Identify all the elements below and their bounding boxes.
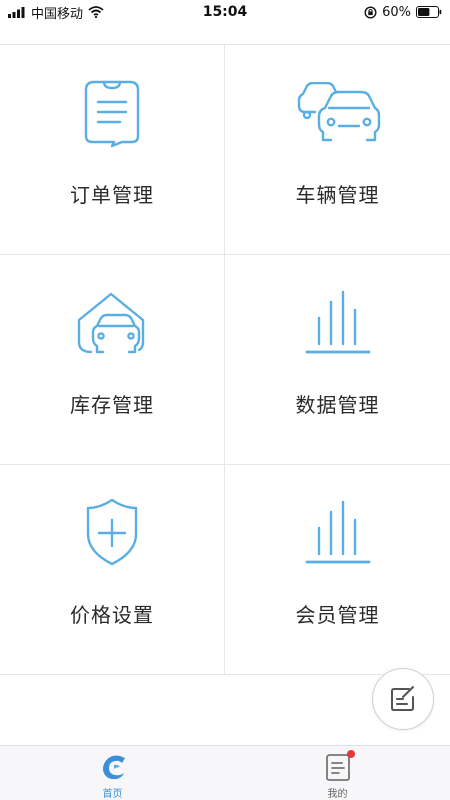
status-right: 60%: [364, 5, 442, 20]
battery-icon: [416, 6, 442, 18]
edit-note-icon: [391, 686, 414, 711]
notification-badge: [346, 750, 355, 758]
orientation-lock-icon: [364, 5, 377, 19]
wifi-icon: [88, 6, 104, 18]
shield-plus-icon: [67, 495, 157, 571]
tab-bar: 首页 我的: [0, 745, 450, 800]
menu-label-order: 订单管理: [70, 183, 154, 207]
menu-grid: 订单管理 车辆管理 库存管理 数据管理 价格设置 会员管理: [0, 44, 450, 675]
battery-percent: 60%: [382, 4, 411, 20]
menu-label-members: 会员管理: [295, 603, 380, 627]
tab-home[interactable]: 首页: [0, 746, 225, 800]
menu-label-data: 数据管理: [295, 393, 380, 417]
cars-icon: [293, 75, 383, 151]
menu-item-vehicles[interactable]: 车辆管理: [225, 45, 450, 255]
tab-mine[interactable]: 我的: [225, 746, 450, 800]
signal-icon: [8, 6, 25, 18]
edit-fab-button[interactable]: [372, 668, 434, 730]
menu-label-inventory: 库存管理: [70, 393, 154, 417]
menu-item-order[interactable]: 订单管理: [0, 45, 225, 255]
order-list-icon: [67, 75, 157, 151]
menu-item-price[interactable]: 价格设置: [0, 465, 225, 675]
menu-item-inventory[interactable]: 库存管理: [0, 255, 225, 465]
menu-item-data[interactable]: 数据管理: [225, 255, 450, 465]
menu-item-members[interactable]: 会员管理: [225, 465, 450, 675]
carrier-name: 中国移动: [31, 6, 84, 22]
dolphin-logo-icon: [98, 751, 128, 783]
bar-stats-icon: [293, 495, 383, 571]
menu-label-vehicles: 车辆管理: [295, 183, 380, 207]
status-bar: 中国移动 15:04 60%: [0, 0, 450, 24]
menu-label-price: 价格设置: [70, 603, 154, 627]
status-left: 中国移动: [8, 3, 104, 22]
bar-stats-icon: [293, 285, 383, 361]
garage-icon: [67, 285, 157, 361]
document-icon: [325, 750, 355, 783]
tab-label-home: 首页: [102, 789, 123, 800]
tab-label-mine: 我的: [327, 789, 348, 800]
